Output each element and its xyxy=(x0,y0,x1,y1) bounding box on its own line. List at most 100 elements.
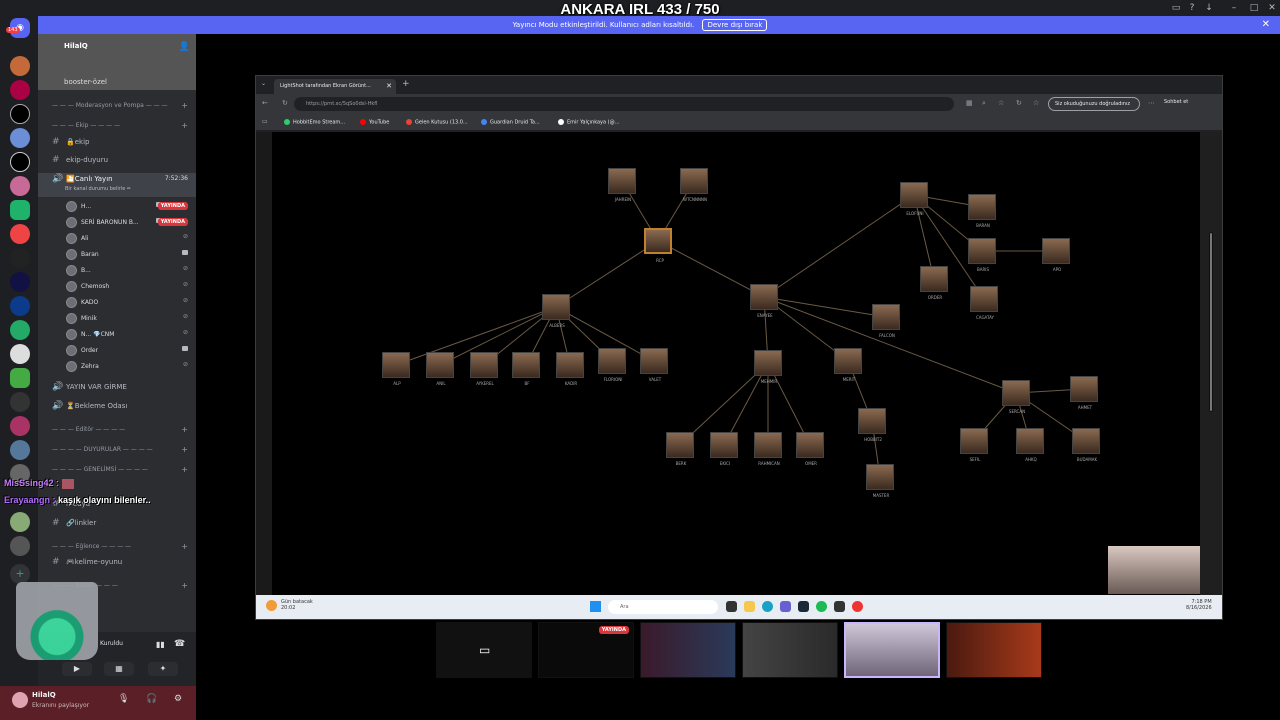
server-icon[interactable] xyxy=(10,416,30,436)
browser-tab[interactable]: LightShot tarafından Ekran Görünt... ✕ xyxy=(274,79,396,94)
voice-user[interactable]: Minik ⊘ xyxy=(38,311,196,326)
chrome-icon[interactable] xyxy=(852,601,863,612)
channel-kelime-oyunu[interactable]: # 🎮kelime-oyunu xyxy=(38,556,196,569)
server-icon[interactable] xyxy=(10,104,30,124)
steam-icon[interactable] xyxy=(798,601,809,612)
server-header[interactable]: HilalQ 👤 booster-özel xyxy=(38,34,196,90)
voice-user[interactable]: Order xyxy=(38,343,196,358)
windows-start-icon[interactable] xyxy=(590,601,601,612)
stream-thumbnail[interactable] xyxy=(742,622,838,678)
address-bar[interactable]: https://prnt.sc/5qSo0dsl-Hkfl xyxy=(294,97,954,111)
server-icon[interactable] xyxy=(10,392,30,412)
voice-user[interactable]: B... ⊘ xyxy=(38,263,196,278)
invite-icon[interactable]: 👤 xyxy=(179,42,190,52)
bookmark-item[interactable]: Guardian Druid Ta... xyxy=(481,119,540,126)
voice-channel-canli-yayin[interactable]: 🔊 🎦Canlı Yayın 7:52:36 xyxy=(38,173,196,197)
server-icon[interactable] xyxy=(10,536,30,556)
voice-user[interactable]: N... 💎CNM ⊘ xyxy=(38,327,196,342)
voice-user[interactable]: Baran xyxy=(38,247,196,262)
more-icon[interactable]: ⋯ xyxy=(1148,99,1155,107)
voice-channel-yayin-var[interactable]: 🔊 YAYIN VAR GİRME xyxy=(38,381,196,394)
add-channel-icon[interactable]: + xyxy=(181,425,188,434)
tab-menu-icon[interactable]: ⌄ xyxy=(261,80,266,87)
stream-thumbnail-selected[interactable] xyxy=(844,622,940,678)
server-icon[interactable] xyxy=(10,272,30,292)
bookmark-item[interactable]: HobbitEmo Stream... xyxy=(284,119,345,126)
channel-ekip[interactable]: # 🔒ekip xyxy=(38,136,196,149)
server-icon[interactable] xyxy=(10,368,30,388)
voice-bars-icon[interactable]: ▮▮ xyxy=(156,640,165,649)
copilot-button[interactable]: Sohbet et xyxy=(1164,99,1188,105)
add-channel-icon[interactable]: + xyxy=(181,121,188,130)
star-icon[interactable]: ☆ xyxy=(1033,99,1039,107)
booster-channel[interactable]: booster-özel xyxy=(64,78,107,86)
server-icon[interactable] xyxy=(10,320,30,340)
weather-widget[interactable]: Gün batacak 20:02 xyxy=(281,599,313,611)
add-channel-icon[interactable]: + xyxy=(181,542,188,551)
disconnect-icon[interactable]: ☎ xyxy=(174,639,185,649)
add-channel-icon[interactable]: + xyxy=(181,445,188,454)
favorite-star-icon[interactable]: ☆ xyxy=(998,99,1004,107)
category-eglence[interactable]: — — — Eğlence — — — — + xyxy=(38,541,196,554)
zoom-icon[interactable]: ⌕ xyxy=(982,99,986,108)
disable-streamer-mode-button[interactable]: Devre dışı bırak xyxy=(702,19,768,31)
server-icon[interactable] xyxy=(10,344,30,364)
microphone-icon[interactable]: 🎙 xyxy=(118,694,129,704)
channel-linkler[interactable]: # 🔗linkler xyxy=(38,517,196,530)
activity-button[interactable]: ✦ xyxy=(148,662,178,676)
reload-icon[interactable]: ↻ xyxy=(1016,99,1022,107)
server-icon[interactable] xyxy=(10,512,30,532)
category-duyurular[interactable]: — — — — DUYURULAR — — — — + xyxy=(38,444,196,457)
server-icon[interactable] xyxy=(10,128,30,148)
new-tab-icon[interactable]: + xyxy=(402,79,410,89)
avatar[interactable] xyxy=(12,692,28,708)
task-view-icon[interactable] xyxy=(726,601,737,612)
category-genelimsi[interactable]: — — — — GENELİMSİ — — — — + xyxy=(38,464,196,477)
server-icon[interactable] xyxy=(10,296,30,316)
edge-icon[interactable] xyxy=(762,601,773,612)
bookmark-item[interactable]: Gelen Kutusu (13.0... xyxy=(406,119,468,126)
voice-user[interactable]: H... YAYINDA xyxy=(38,199,196,214)
stream-thumbnail[interactable]: ▭ xyxy=(436,622,532,678)
server-icon[interactable] xyxy=(10,200,30,220)
add-channel-icon[interactable]: + xyxy=(181,581,188,590)
channel-ekip-duyuru[interactable]: # ekip-duyuru xyxy=(38,154,196,167)
voice-user[interactable]: Ali ⊘ xyxy=(38,231,196,246)
server-icon[interactable] xyxy=(10,56,30,76)
category-ekip[interactable]: — — — Ekip — — — — + xyxy=(38,120,196,133)
voice-user[interactable]: Zehra ⊘ xyxy=(38,359,196,374)
scrollbar-thumb[interactable] xyxy=(1209,232,1213,412)
extensions-icon[interactable]: ▦ xyxy=(966,99,973,107)
bookmark-item[interactable]: Emir Yalçınkaya (@... xyxy=(558,119,619,126)
banner-close-icon[interactable]: ✕ xyxy=(1262,16,1270,34)
server-icon[interactable] xyxy=(10,152,30,172)
screen-share-button[interactable]: ▦ xyxy=(104,662,134,676)
server-icon[interactable] xyxy=(10,176,30,196)
add-channel-icon[interactable]: + xyxy=(181,101,188,110)
taskbar-search[interactable]: Ara xyxy=(608,600,718,614)
verification-pill[interactable]: Siz okuduğunuzu doğruladınız xyxy=(1048,97,1140,111)
file-explorer-icon[interactable] xyxy=(744,601,755,612)
stream-thumbnail[interactable] xyxy=(946,622,1042,678)
back-icon[interactable]: ← xyxy=(262,99,268,107)
add-channel-icon[interactable]: + xyxy=(181,465,188,474)
category-editor[interactable]: — — — Editör — — — — + xyxy=(38,424,196,437)
tab-close-icon[interactable]: ✕ xyxy=(386,82,392,90)
voice-user[interactable]: SERİ BARONUN B... YAYINDA xyxy=(38,215,196,230)
server-icon[interactable] xyxy=(10,248,30,268)
headphones-icon[interactable]: 🎧 xyxy=(146,694,157,704)
taskbar-clock[interactable]: 7:18 PM 8/16/2026 xyxy=(1186,599,1212,611)
spotify-icon[interactable] xyxy=(816,601,827,612)
discord-icon[interactable] xyxy=(780,601,791,612)
category-moderasyon[interactable]: — — — Moderasyon ve Pompa — — — + xyxy=(38,100,196,113)
settings-gear-icon[interactable]: ⚙ xyxy=(174,694,182,704)
channel-status[interactable]: Bir kanal durumu belirle ✏ xyxy=(65,186,131,192)
server-icon[interactable] xyxy=(10,440,30,460)
voice-user[interactable]: Chemosh ⊘ xyxy=(38,279,196,294)
server-icon[interactable] xyxy=(10,224,30,244)
obs-icon[interactable] xyxy=(834,601,845,612)
scrollbar[interactable] xyxy=(1200,132,1222,595)
video-button[interactable]: ▶ xyxy=(62,662,92,676)
bookmark-item[interactable]: YouTube xyxy=(360,119,389,126)
add-server-icon[interactable]: + xyxy=(10,564,30,584)
